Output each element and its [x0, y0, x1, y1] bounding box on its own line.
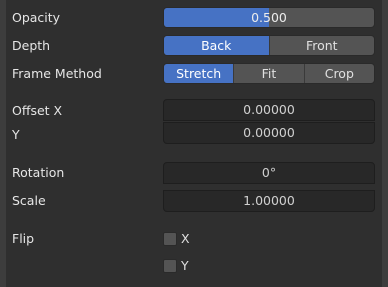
offset-x-label: Offset X [12, 103, 63, 118]
frame-method-option-stretch[interactable]: Stretch [164, 64, 235, 83]
frame-method-option-crop[interactable]: Crop [305, 64, 374, 83]
frame-method-label: Frame Method [12, 66, 102, 81]
opacity-slider[interactable]: 0.500 [163, 7, 375, 28]
scale-label: Scale [12, 193, 46, 208]
depth-option-back[interactable]: Back [164, 36, 270, 55]
flip-x-checkbox-box [163, 232, 177, 246]
frame-method-option-fit[interactable]: Fit [234, 64, 305, 83]
image-properties-panel: Opacity 0.500 Depth Back Front Frame Met… [6, 0, 382, 287]
opacity-value: 0.500 [251, 10, 287, 25]
flip-x-checkbox[interactable]: X [163, 231, 190, 247]
flip-label: Flip [12, 231, 35, 246]
rotation-field[interactable]: 0° [163, 162, 375, 184]
opacity-label: Opacity [12, 10, 61, 25]
scale-field[interactable]: 1.00000 [163, 190, 375, 212]
offset-x-field[interactable]: 0.00000 [163, 99, 375, 121]
offset-y-label: Y [12, 127, 20, 142]
depth-option-front[interactable]: Front [270, 36, 375, 55]
frame-method-toggle: Stretch Fit Crop [163, 63, 375, 84]
flip-y-checkbox[interactable]: Y [163, 258, 189, 274]
depth-label: Depth [12, 38, 51, 53]
depth-toggle: Back Front [163, 35, 375, 56]
flip-x-label: X [181, 231, 190, 246]
offset-y-field[interactable]: 0.00000 [163, 122, 375, 144]
flip-y-checkbox-box [163, 259, 177, 273]
rotation-label: Rotation [12, 165, 65, 180]
flip-y-label: Y [181, 258, 189, 273]
